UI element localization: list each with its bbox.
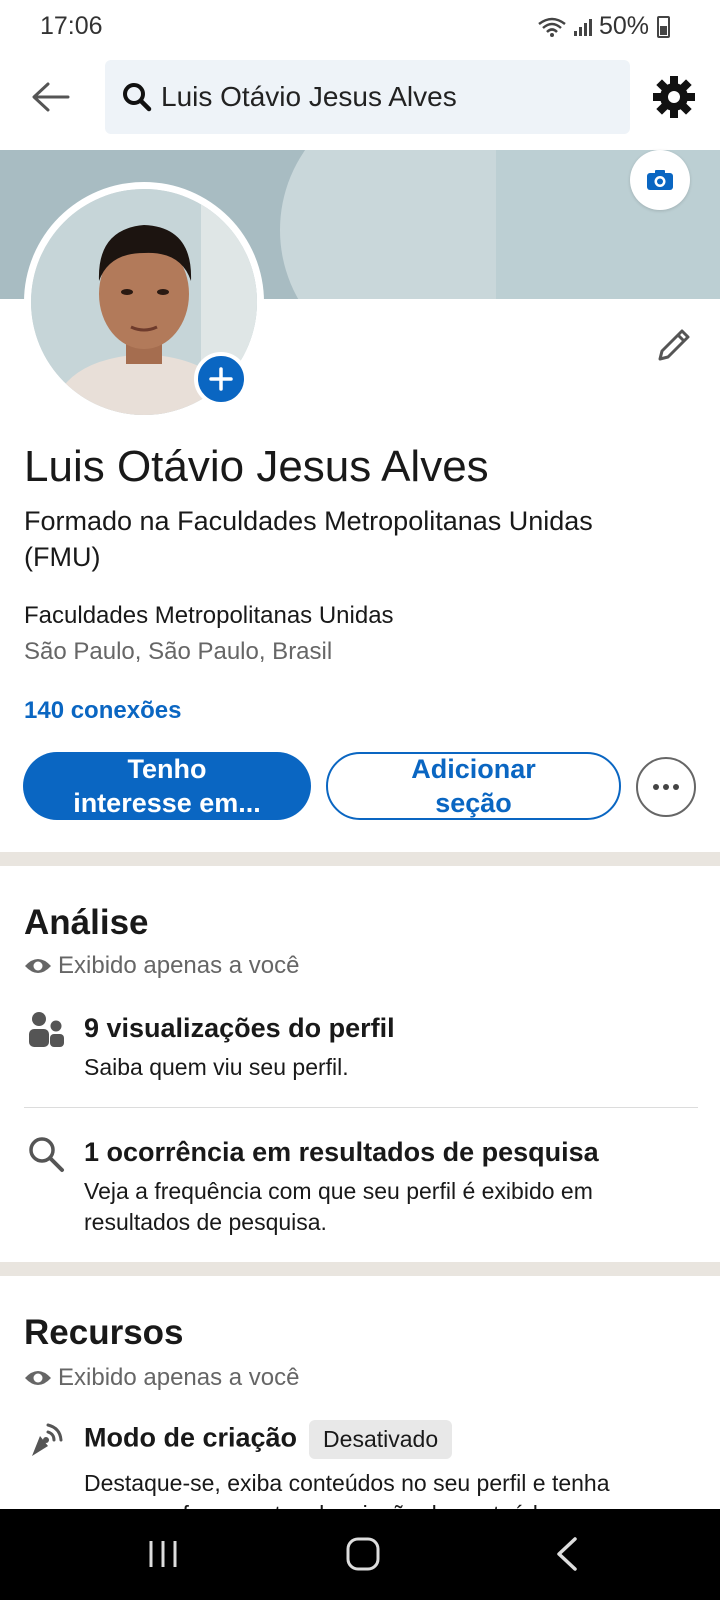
- search-icon: [123, 83, 152, 112]
- broadcast-icon: [32, 1423, 63, 1456]
- analytics-title: Análise: [24, 903, 149, 942]
- back-icon[interactable]: [545, 1531, 591, 1577]
- open-to-label-line1: Tenho: [127, 754, 207, 784]
- plus-icon: [209, 367, 233, 391]
- creator-mode-label: Modo de criação: [84, 1422, 298, 1453]
- home-icon[interactable]: [340, 1531, 386, 1577]
- battery-icon: [657, 15, 670, 38]
- eye-icon: [25, 1371, 51, 1385]
- profile-views-title[interactable]: 9 visualizações do perfil: [84, 1013, 395, 1044]
- open-to-button[interactable]: Tenho interesse em...: [23, 752, 311, 820]
- profile-school[interactable]: Faculdades Metropolitanas Unidas: [24, 602, 394, 630]
- section-divider: [0, 1262, 720, 1276]
- status-badge: Desativado: [309, 1420, 453, 1459]
- pencil-icon[interactable]: [652, 323, 696, 367]
- system-nav-bar: [0, 1509, 720, 1600]
- more-options-button[interactable]: [636, 757, 696, 817]
- more-dots-icon: [653, 784, 679, 790]
- item-divider: [24, 1107, 698, 1108]
- camera-icon: [647, 170, 673, 190]
- section-divider: [0, 852, 720, 866]
- profile-location: São Paulo, São Paulo, Brasil: [24, 638, 333, 665]
- creator-mode-subtitle: Destaque-se, exiba conteúdos no seu perf…: [84, 1470, 610, 1509]
- creator-mode-title[interactable]: Modo de criação Desativado: [84, 1420, 453, 1459]
- search-query: Luis Otávio Jesus Alves: [161, 81, 457, 112]
- banner-camera-button[interactable]: [630, 150, 690, 210]
- add-section-label-line2: seção: [435, 788, 512, 818]
- profile-views-subtitle: Saiba quem viu seu perfil.: [84, 1054, 349, 1080]
- add-section-label-line1: Adicionar: [411, 754, 536, 784]
- battery-percent: 50%: [598, 12, 649, 40]
- people-icon: [29, 1012, 64, 1047]
- status-time: 17:06: [40, 12, 103, 40]
- top-bar: Luis Otávio Jesus Alves: [0, 52, 720, 148]
- eye-icon: [25, 959, 51, 973]
- gear-icon[interactable]: [651, 74, 697, 120]
- wifi-icon: [538, 17, 566, 37]
- search-appearances-title[interactable]: 1 ocorrência em resultados de pesquisa: [84, 1137, 599, 1168]
- profile-headline: Formado na Faculdades Metropolitanas Uni…: [24, 506, 593, 572]
- resources-title: Recursos: [24, 1313, 184, 1352]
- add-photo-button[interactable]: [194, 352, 248, 406]
- connections-link[interactable]: 140 conexões: [24, 697, 181, 725]
- recent-apps-icon[interactable]: [140, 1531, 186, 1577]
- back-arrow-icon[interactable]: [28, 74, 74, 120]
- analytics-visibility: Exibido apenas a você: [24, 952, 300, 980]
- visibility-label: Exibido apenas a você: [58, 1364, 300, 1391]
- status-icons: 50%: [537, 12, 670, 41]
- signal-icon: [573, 18, 592, 36]
- open-to-label-line2: interesse em...: [73, 788, 261, 818]
- search-input[interactable]: Luis Otávio Jesus Alves: [105, 60, 630, 134]
- search-appearances-subtitle: Veja a frequência com que seu perfil é e…: [84, 1178, 593, 1235]
- profile-name: Luis Otávio Jesus Alves: [24, 442, 489, 491]
- add-section-button[interactable]: Adicionar seção: [326, 752, 621, 820]
- resources-visibility: Exibido apenas a você: [24, 1364, 300, 1392]
- status-bar: 17:06 50%: [0, 0, 720, 52]
- visibility-label: Exibido apenas a você: [58, 952, 300, 979]
- search-icon: [29, 1137, 64, 1172]
